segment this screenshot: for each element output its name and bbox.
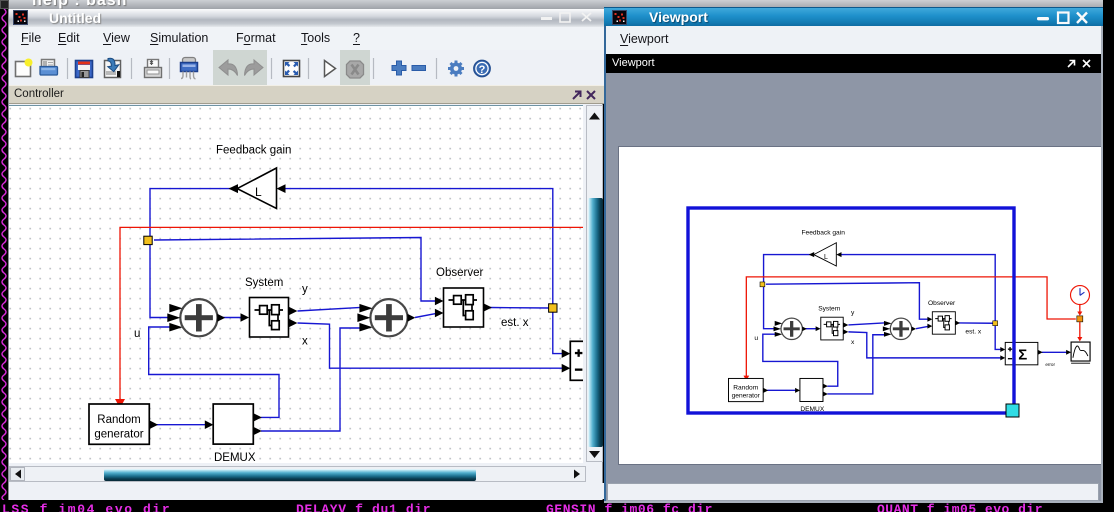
svg-text:?: ? <box>479 64 486 76</box>
